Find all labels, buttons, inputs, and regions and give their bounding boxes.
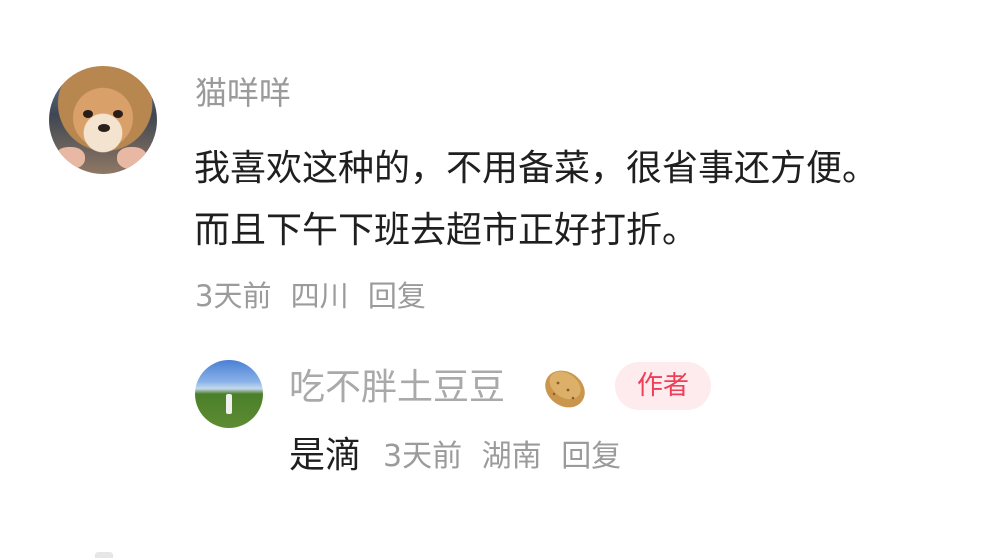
avatar-eye-left xyxy=(83,110,93,118)
comment-line-2: 而且下午下班去超市正好打折。 xyxy=(194,210,699,251)
reply-time: 3天前 xyxy=(383,439,463,474)
potato-icon xyxy=(545,370,585,408)
comment-avatar[interactable] xyxy=(49,66,157,174)
avatar-hand-right xyxy=(117,147,147,169)
author-badge: 作者 xyxy=(615,362,711,410)
comment-username[interactable]: 猫咩咩 xyxy=(195,73,291,113)
comment-body: 我喜欢这种的，不用备菜，很省事还方便。 而且下午下班去超市正好打折。 xyxy=(194,138,994,262)
avatar-eye-right xyxy=(113,110,123,118)
comment-reply-button[interactable]: 回复 xyxy=(368,279,426,313)
comment-meta: 3天前 四川 回复 xyxy=(195,278,436,314)
reply-avatar[interactable] xyxy=(195,360,263,428)
reply-location: 湖南 xyxy=(481,439,542,474)
comment-time: 3天前 xyxy=(195,279,272,313)
comment-line-1: 我喜欢这种的，不用备菜，很省事还方便。 xyxy=(194,148,879,189)
avatar-person-figure xyxy=(226,394,232,414)
avatar-hand-left xyxy=(55,147,85,169)
next-comment-avatar-edge xyxy=(95,552,113,558)
reply-meta: 3天前 湖南 回复 xyxy=(383,437,631,477)
reply-body: 是滴 xyxy=(289,435,362,476)
reply-username[interactable]: 吃不胖土豆豆 xyxy=(289,366,505,410)
comment-location: 四川 xyxy=(290,279,349,313)
reply-reply-button[interactable]: 回复 xyxy=(561,439,621,474)
avatar-nose xyxy=(98,124,110,132)
